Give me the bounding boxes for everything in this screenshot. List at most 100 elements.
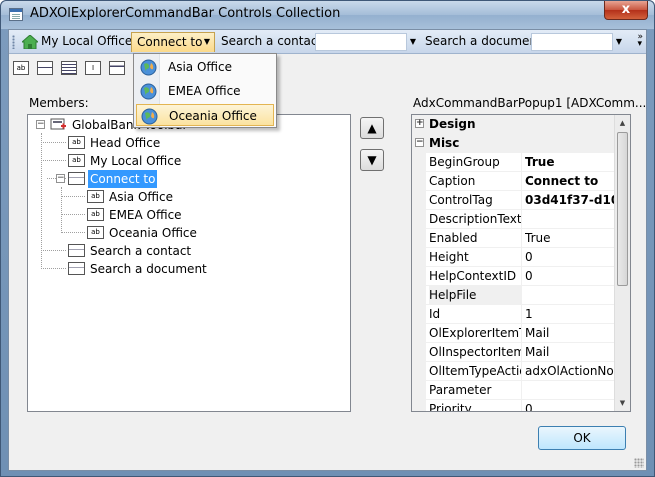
property-row[interactable]: Height 0 <box>412 248 616 267</box>
property-name: DescriptionText <box>429 210 522 229</box>
resize-grip-icon[interactable] <box>634 458 644 468</box>
button-node-icon: ab <box>87 226 104 239</box>
property-value[interactable]: 03d41f37-d108- <box>525 191 616 210</box>
search-document-input[interactable] <box>531 33 613 51</box>
tree-node-label: Head Office <box>90 136 161 150</box>
expand-toggle-icon[interactable]: + <box>415 119 424 128</box>
add-combobox-icon[interactable] <box>37 61 53 75</box>
property-row[interactable]: OlInspectorItemTMail <box>412 343 616 362</box>
property-value[interactable]: 0 <box>525 267 616 286</box>
search-document-combo[interactable]: Search a document ▼ <box>425 33 629 52</box>
button-node-icon: ab <box>68 154 85 167</box>
property-row[interactable]: Enabled True <box>412 229 616 248</box>
title-bar[interactable]: ADXOlExplorerCommandBar Controls Collect… <box>1 1 654 29</box>
scroll-down-icon[interactable]: ▼ <box>615 395 630 411</box>
chevron-down-icon: ▼ <box>203 37 210 46</box>
scroll-thumb[interactable] <box>617 132 628 286</box>
category-label: Misc <box>429 136 460 150</box>
property-name: BeginGroup <box>429 153 522 172</box>
collapse-toggle-icon[interactable]: − <box>415 138 424 147</box>
tree-node-label: My Local Office <box>90 154 182 168</box>
property-row[interactable]: ControlTag03d41f37-d108- <box>412 191 616 210</box>
property-name: Priority <box>429 400 522 411</box>
move-up-button[interactable]: ▲ <box>360 117 384 139</box>
ok-button[interactable]: OK <box>538 426 626 450</box>
search-contact-input[interactable] <box>315 33 407 51</box>
property-row[interactable]: HelpContextID 0 <box>412 267 616 286</box>
add-popup-icon[interactable] <box>109 61 125 75</box>
property-value[interactable]: Mail <box>525 324 616 343</box>
property-value[interactable]: adxOlActionNon <box>525 362 616 381</box>
property-row[interactable]: Caption Connect to <box>412 172 616 191</box>
search-document-label: Search a document <box>425 34 542 48</box>
property-value[interactable]: Connect to <box>525 172 616 191</box>
property-name: OlInspectorItemT <box>429 343 522 362</box>
globe-icon <box>140 59 157 76</box>
property-grid[interactable]: + Design − Misc BeginGroup True Caption Co… <box>411 114 631 412</box>
property-row[interactable]: OlExplorerItemTy Mail <box>412 324 616 343</box>
property-value[interactable]: 0 <box>525 400 616 411</box>
tree-line <box>41 268 66 269</box>
toolbar-node-icon <box>50 118 66 130</box>
property-name: HelpContextID <box>429 267 522 286</box>
search-contact-label: Search a contact <box>221 34 323 48</box>
property-row[interactable]: Priority 0 <box>412 400 616 411</box>
tree-node-label: Connect to <box>88 170 158 188</box>
property-name: OlItemTypeActio <box>429 362 522 381</box>
combobox-node-icon <box>68 262 85 275</box>
tree-line <box>41 160 66 161</box>
button-node-icon: ab <box>87 208 104 221</box>
toolbar-grip-icon[interactable] <box>12 35 15 49</box>
category-misc[interactable]: − Misc <box>412 134 616 153</box>
property-value[interactable]: Mail <box>525 343 616 362</box>
category-design[interactable]: + Design <box>412 115 616 134</box>
property-value[interactable]: True <box>525 153 616 172</box>
tree-line <box>61 196 85 197</box>
scroll-up-icon[interactable]: ▲ <box>615 115 630 131</box>
connect-to-dropdown-menu: Asia Office EMEA Office Oceania Office <box>133 53 277 128</box>
property-row[interactable]: DescriptionText <box>412 210 616 229</box>
button-node-icon: ab <box>87 190 104 203</box>
members-label: Members: <box>29 96 89 110</box>
tree-line <box>41 133 42 269</box>
connect-to-label: Connect to <box>137 35 203 49</box>
chevron-down-icon[interactable]: ▼ <box>613 33 625 51</box>
property-grid-scrollbar[interactable]: ▲ ▼ <box>614 115 630 411</box>
tree-node-label: EMEA Office <box>109 208 182 222</box>
property-name: ControlTag <box>429 191 522 210</box>
search-contact-combo[interactable]: Search a contact ▼ <box>221 33 421 52</box>
house-icon <box>22 35 38 49</box>
close-button[interactable]: x <box>604 1 648 20</box>
overflow-chevron-icon[interactable]: » ▾ <box>637 33 643 49</box>
members-tree[interactable]: − GlobalBank Toolbar ab Head Office ab M… <box>27 114 351 412</box>
property-row[interactable]: OlItemTypeActio adxOlActionNon <box>412 362 616 381</box>
property-row[interactable]: HelpFile <box>412 286 616 305</box>
property-value[interactable]: 0 <box>525 248 616 267</box>
my-local-office-label: My Local Office <box>41 34 133 48</box>
move-down-button[interactable]: ▼ <box>360 149 384 171</box>
add-dropdown-icon[interactable] <box>61 61 77 75</box>
menu-item-label: Oceania Office <box>169 109 257 123</box>
collapse-toggle-icon[interactable]: − <box>36 120 45 129</box>
menu-item-asia-office[interactable]: Asia Office <box>136 56 274 78</box>
connect-to-menu-button[interactable]: Connect to ▼ <box>131 32 215 52</box>
property-row[interactable]: Id 1 <box>412 305 616 324</box>
property-value[interactable]: 1 <box>525 305 616 324</box>
category-label: Design <box>429 117 476 131</box>
popup-node-icon <box>68 172 85 185</box>
menu-item-oceania-office[interactable]: Oceania Office <box>136 104 274 126</box>
collapse-toggle-icon[interactable]: − <box>56 174 65 183</box>
property-value[interactable]: True <box>525 229 616 248</box>
chevron-down-icon[interactable]: ▼ <box>407 33 419 51</box>
property-row[interactable]: Parameter <box>412 381 616 400</box>
add-button-icon[interactable]: ab <box>13 61 29 75</box>
tree-node-label: Search a contact <box>90 244 192 258</box>
property-row[interactable]: BeginGroup True <box>412 153 616 172</box>
property-name: Enabled <box>429 229 522 248</box>
my-local-office-button[interactable]: My Local Office <box>19 32 133 52</box>
add-edit-icon[interactable]: I <box>85 61 101 75</box>
globe-icon <box>140 83 157 100</box>
globe-icon <box>141 108 158 125</box>
menu-item-emea-office[interactable]: EMEA Office <box>136 80 274 102</box>
tree-node-label: Asia Office <box>109 190 173 204</box>
